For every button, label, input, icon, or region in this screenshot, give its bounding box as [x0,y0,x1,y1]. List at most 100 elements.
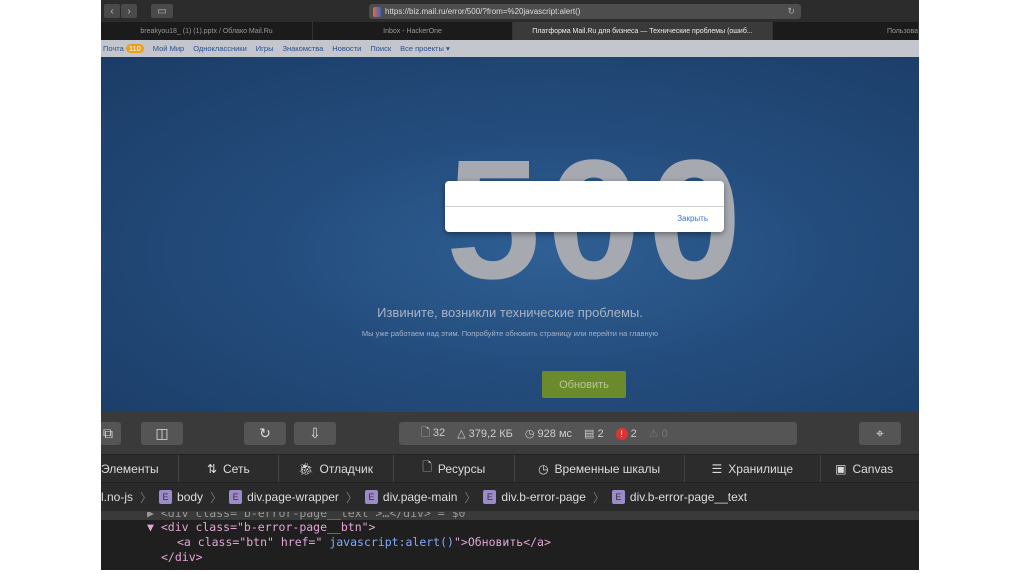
browser-toolbar: ‹ › ▭ https://biz.mail.ru/error/500/?fro… [101,0,919,22]
link-games[interactable]: Игры [256,44,274,53]
dock-icon[interactable]: ⧉ [101,422,121,445]
tab-label: Пользова [886,27,918,35]
tab-cloud[interactable]: breakyou18_ (1) (1).pptx / Облако Mail.R… [101,22,313,40]
back-button[interactable]: ‹ [104,4,120,18]
tab-debugger[interactable]: 🐞︎ Отладчик [279,455,394,482]
tab-other[interactable]: Пользова [773,22,919,40]
address-bar[interactable]: https://biz.mail.ru/error/500/?from=%20j… [369,4,801,19]
errors-value: 2 [630,427,637,440]
tab-canvas[interactable]: ▣ Canvas [821,455,919,482]
inspect-crosshair-icon[interactable]: ⌖ [859,422,901,445]
crumb-error-page-text[interactable]: div.b-error-page__text [630,490,747,504]
link-search[interactable]: Поиск [370,44,391,53]
dom-line-text: <a class="btn" href=" [177,535,323,549]
alert-dialog: Закрыть [445,181,724,232]
forward-button[interactable]: › [121,4,137,18]
reload-page-icon[interactable]: ↻ [244,422,286,445]
network-icon: ⇅ [206,461,217,476]
element-icon: E [159,490,173,504]
logs-value: 2 [597,428,604,440]
dom-line[interactable]: <a class="btn" href=" javascript:alert()… [101,535,919,550]
crumb-page-main[interactable]: div.page-main [383,490,457,504]
link-mail[interactable]: Почта [103,44,124,53]
crumb-separator: 〉 [210,490,223,505]
dom-line-text: ▼ <div class="b-error-page__btn"> [147,520,376,534]
crumb-html[interactable]: l.no-js [101,490,133,504]
tab-timelines[interactable]: ◷ Временные шкалы [515,455,685,482]
tab-label: Ресурсы [437,461,486,476]
js-link-value[interactable]: javascript:alert() [322,535,454,549]
size-value: 379,2 КБ [468,428,513,440]
dialog-close-button[interactable]: Закрыть [677,214,708,223]
dom-line-text: </div> [161,550,203,564]
error-icon: ! [615,427,628,440]
dom-line[interactable]: </div> [101,550,919,565]
crumb-page-wrapper[interactable]: div.page-wrapper [247,490,339,504]
crumb-separator: 〉 [592,490,605,505]
devtools-tabs: Элементы ⇅ Сеть 🐞︎ Отладчик 🗋 Ресурсы ◷ Врем… [101,455,919,483]
tab-label: Элементы [101,461,159,476]
tab-network[interactable]: ⇅ Сеть [179,455,279,482]
tab-label: breakyou18_ (1) (1).pptx / Облако Mail.R… [140,27,273,35]
element-icon: E [229,490,243,504]
resources-count[interactable]: 🗋 32 [421,424,445,443]
favicon-icon [373,6,381,17]
mail-count-badge: 110 [125,44,144,53]
error-subtitle: Мы уже работаем над этим. Попробуйте обн… [361,329,659,338]
bug-icon: 🐞︎ [298,461,314,476]
tab-resources[interactable]: 🗋 Ресурсы [394,455,515,482]
database-icon: ☰ [711,461,723,476]
tab-hackerone[interactable]: Inbox - HackerOne [313,22,513,40]
resources-value: 32 [432,427,446,439]
page-stats: 🗋 32 △ 379,2 КБ ◷ 928 мс ▤ 2 ! 2 ⚠ 0 [399,422,797,445]
clock-icon: ◷ [538,461,549,476]
sidebar-toggle-button[interactable]: ▭ [151,4,173,18]
dom-line[interactable]: ▼ <div class="b-error-page__btn"> [101,520,919,535]
dom-line-text: ▶ <div class="b-error-page__text">…</div… [147,512,466,520]
time-stat[interactable]: ◷ 928 мс [525,427,572,440]
crumb-error-page[interactable]: div.b-error-page [501,490,585,504]
download-icon[interactable]: ⇩ [294,422,336,445]
dom-breadcrumb: l.no-js 〉 Ebody 〉 Ediv.page-wrapper 〉 Ediv.… [101,483,919,512]
element-icon: E [611,490,625,504]
crumb-separator: 〉 [345,490,358,505]
tab-label: Временные шкалы [554,461,661,476]
crumb-separator: 〉 [140,490,153,505]
screen: ‹ › ▭ https://biz.mail.ru/error/500/?fro… [101,0,919,570]
logs-stat[interactable]: ▤ 2 [584,427,604,440]
size-stat[interactable]: △ 379,2 КБ [457,427,513,440]
dom-line-selected[interactable]: ▶ <div class="b-error-page__text">…</div… [101,512,919,520]
tab-label: Canvas [852,461,894,476]
url-text: https://biz.mail.ru/error/500/?from=%20j… [385,7,581,16]
document-icon: 🗋 [422,460,432,474]
tab-mailru-active[interactable]: Платформа Mail.Ru для бизнеса — Техничес… [513,22,773,40]
link-dating[interactable]: Знакомства [282,44,323,53]
reload-icon[interactable]: ↻ [787,6,795,17]
error-page: 500 Закрыть Извините, возникли техническ… [101,57,919,412]
refresh-button[interactable]: Обновить [542,371,626,398]
errors-stat[interactable]: ! 2 [615,427,637,440]
link-ok[interactable]: Одноклассники [193,44,247,53]
link-all-projects[interactable]: Все проекты ▾ [400,44,450,53]
image-icon: ▣ [835,461,847,476]
devtools-toolbar: ⧉ ◫ ↻ ⇩ 🗋 32 △ 379,2 КБ ◷ 928 мс ▤ 2 ! 2 … [101,412,919,455]
element-icon: E [364,490,378,504]
warnings-value: 0 [661,428,668,440]
link-news[interactable]: Новости [332,44,361,53]
error-title: Извините, возникли технические проблемы. [377,305,643,320]
tab-bar: breakyou18_ (1) (1).pptx / Облако Mail.R… [101,22,919,40]
split-view-icon[interactable]: ◫ [141,422,183,445]
crumb-body[interactable]: body [177,490,203,504]
dom-line-text: ">Обновить</a> [453,535,551,549]
tab-label: Сеть [223,461,250,476]
element-icon: E [483,490,497,504]
mailru-portal-bar: Почта 110 Мой Мир Одноклассники Игры Зна… [101,40,919,57]
dialog-divider [445,206,724,207]
tab-label: Хранилище [728,461,794,476]
tab-elements[interactable]: Элементы [101,455,180,482]
tab-storage[interactable]: ☰ Хранилище [685,455,822,482]
link-moimir[interactable]: Мой Мир [153,44,184,53]
tab-label: Отладчик [319,461,373,476]
time-value: 928 мс [537,428,573,440]
warnings-stat[interactable]: ⚠ 0 [649,427,668,440]
